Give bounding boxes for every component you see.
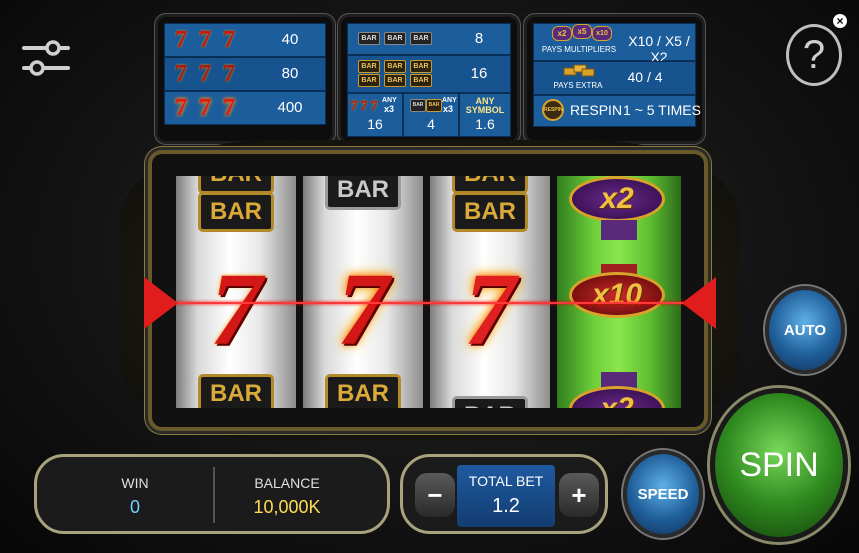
paytable-row: BAR BAR BAR 8 <box>347 23 511 55</box>
close-icon: × <box>836 14 844 28</box>
bar-symbol-icon: BAR <box>384 32 406 45</box>
seven-symbol-icon: 7 <box>175 27 187 53</box>
pays-multipliers-label: PAYS MULTIPLIERS <box>541 45 617 54</box>
x10-multiplier-icon: x10 <box>592 26 612 41</box>
help-label: ? <box>802 32 826 77</box>
gold-bar-symbol-icon: BAR <box>410 60 432 73</box>
reel-bar-symbol: BAR <box>325 374 401 408</box>
reel-bar-symbol: BAR <box>198 192 274 232</box>
x10-multiplier-symbol: x10 <box>569 272 665 318</box>
any-symbol-line2: SYMBOL <box>465 105 505 115</box>
speed-label: SPEED <box>637 485 689 503</box>
gold-bar-symbol-icon: BAR <box>426 99 442 112</box>
reel-seven-symbol: 7 <box>210 252 262 367</box>
win-balance-panel: WIN 0 BALANCE 10,000K <box>34 454 390 534</box>
paytable-value: 8 <box>474 30 484 47</box>
reel-fire-seven-symbol: 7 <box>464 252 516 367</box>
gold-bar-symbol-icon: BAR <box>384 60 406 73</box>
reel-3: BAR BAR 7 BAR <box>430 176 550 408</box>
reel-4-multiplier: x2 x10 x2 <box>557 176 681 408</box>
paytable-any-seven-cell: 7 7 7 ANY x3 16 <box>347 93 403 137</box>
x2-multiplier-symbol: x2 <box>569 386 665 408</box>
paytable-value: 16 <box>470 65 488 82</box>
paytable-row: 7 7 7 400 <box>164 91 326 125</box>
paytable-row: PAYS EXTRA 40 / 4 <box>533 61 696 95</box>
auto-label: AUTO <box>783 321 827 339</box>
fire-seven-symbol-icon: 7 <box>199 95 211 121</box>
paytable-value: 40 <box>281 31 299 48</box>
seven-symbol-icon: 7 <box>223 61 235 87</box>
spin-button[interactable]: SPIN <box>710 388 848 542</box>
paytable-specials-panel: x2 x5 x10 PAYS MULTIPLIERS X10 / X5 / X2… <box>527 17 702 141</box>
extra-value: 40 / 4 <box>627 69 663 85</box>
bet-increase-button[interactable]: + <box>559 473 599 517</box>
reel-bar-symbol: BAR <box>198 374 274 408</box>
seven-symbol-icon: 7 <box>223 27 235 53</box>
reel-2: BAR 7 BAR <box>303 176 423 408</box>
bar-symbol-icon: BAR <box>358 32 380 45</box>
reel-1: BAR BAR 7 BAR <box>176 176 296 408</box>
paytable-row: 7 7 7 80 <box>164 57 326 91</box>
paytable-any-bar-cell: BAR BAR ANY x3 4 <box>403 93 459 137</box>
paytable-sevens-panel: 7 7 7 40 7 7 7 80 7 7 7 400 <box>158 17 332 141</box>
gold-bars-extra-icon <box>562 64 596 78</box>
pays-extra-label: PAYS EXTRA <box>553 81 603 90</box>
payline <box>168 302 692 304</box>
paytable-row: x2 x5 x10 PAYS MULTIPLIERS X10 / X5 / X2 <box>533 23 696 65</box>
payline-left-arrow-icon <box>144 277 178 329</box>
bar-symbol-icon: BAR <box>410 32 432 45</box>
paytable-value: 80 <box>281 65 299 82</box>
settings-sliders-icon[interactable] <box>22 38 70 78</box>
fire-seven-symbol-icon: 7 <box>223 95 235 121</box>
plus-icon: + <box>571 479 587 510</box>
bet-display: TOTAL BET 1.2 <box>457 465 555 527</box>
gold-bar-symbol-icon: BAR <box>358 74 380 87</box>
paytable-row: RESPIN RESPIN 1 ~ 5 TIMES <box>533 95 701 127</box>
reel-bar-symbol: BAR <box>325 176 401 210</box>
x5-multiplier-icon: x5 <box>572 24 592 39</box>
x2-multiplier-icon: x2 <box>552 26 572 41</box>
bet-decrease-button[interactable]: − <box>415 473 455 517</box>
auto-button[interactable]: AUTO <box>765 286 845 374</box>
bar-symbol-icon: BAR <box>410 99 426 112</box>
paytable-value: 400 <box>277 99 303 116</box>
seven-symbol-icon: 7 <box>199 61 211 87</box>
payline-right-arrow-icon <box>682 277 716 329</box>
total-bet-panel: − TOTAL BET 1.2 + <box>400 454 608 534</box>
balance-value: 10,000K <box>253 497 321 517</box>
gold-bar-symbol-icon: BAR <box>384 74 406 87</box>
total-bet-value: 1.2 <box>492 495 520 517</box>
respin-label: RESPIN <box>569 102 623 118</box>
respin-value: 1 ~ 5 TIMES <box>623 102 701 118</box>
paytable-row: 7 7 7 40 <box>164 23 326 57</box>
seven-symbol-icon: 7 <box>175 61 187 87</box>
fire-seven-symbol-icon: 7 <box>175 95 187 121</box>
total-bet-label: TOTAL BET <box>468 473 544 489</box>
paytable-row: BAR BAR BAR BAR BAR BAR 16 <box>347 55 511 93</box>
speed-button[interactable]: SPEED <box>623 450 703 538</box>
minus-icon: − <box>427 479 443 510</box>
close-button[interactable]: × <box>833 14 847 28</box>
seven-symbol-icon: 7 <box>199 27 211 53</box>
x3-label: x3 <box>443 104 454 114</box>
balance-label: BALANCE <box>254 475 320 491</box>
x2-multiplier-symbol: x2 <box>569 176 665 222</box>
x3-label: x3 <box>384 104 395 114</box>
gold-bar-symbol-icon: BAR <box>410 74 432 87</box>
reel-bar-symbol: BAR <box>452 396 528 408</box>
win-value: 0 <box>129 497 140 517</box>
paytable-value: 16 <box>367 116 383 132</box>
paytable-value: 1.6 <box>475 116 495 132</box>
reel-bar-symbol: BAR <box>452 192 528 232</box>
reel-fire-seven-symbol: 7 <box>337 252 389 367</box>
respin-icon: RESPIN <box>542 99 564 121</box>
spin-label: SPIN <box>739 445 819 484</box>
paytable-bars-panel: BAR BAR BAR 8 BAR BAR BAR BAR BAR BAR 16… <box>341 17 517 141</box>
ribbon-decoration <box>601 220 637 240</box>
win-label: WIN <box>121 475 149 491</box>
gold-bar-symbol-icon: BAR <box>358 60 380 73</box>
help-button[interactable]: ? <box>786 24 842 86</box>
paytable-value: 4 <box>427 116 435 132</box>
paytable-any-symbol-cell: ANY SYMBOL 1.6 <box>459 93 511 137</box>
